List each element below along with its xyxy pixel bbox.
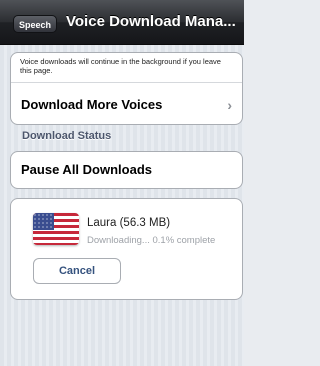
downloads-group: Voice downloads will continue in the bac… (10, 52, 243, 125)
page-title: Voice Download Mana... (66, 13, 236, 30)
voice-download-item: Laura (56.3 MB) Downloading... 0.1% comp… (10, 198, 243, 300)
pause-group: Pause All Downloads (10, 151, 243, 189)
chevron-right-icon: › (227, 97, 232, 113)
voice-name: Laura (56.3 MB) (87, 217, 171, 229)
download-more-voices-row[interactable]: Download More Voices › (11, 82, 242, 124)
download-more-voices-label: Download More Voices (21, 97, 163, 112)
pause-all-downloads-label: Pause All Downloads (21, 162, 152, 177)
background-notice: Voice downloads will continue in the bac… (20, 57, 221, 75)
pause-all-downloads-button[interactable]: Pause All Downloads (11, 152, 242, 188)
us-flag-icon (33, 213, 79, 245)
back-button[interactable]: Speech (13, 15, 57, 33)
download-progress-text: Downloading... 0.1% complete (87, 235, 216, 246)
cancel-button[interactable]: Cancel (33, 258, 121, 284)
section-header-download-status: Download Status (22, 130, 112, 142)
navigation-bar: Speech Voice Download Mana... (0, 0, 244, 45)
